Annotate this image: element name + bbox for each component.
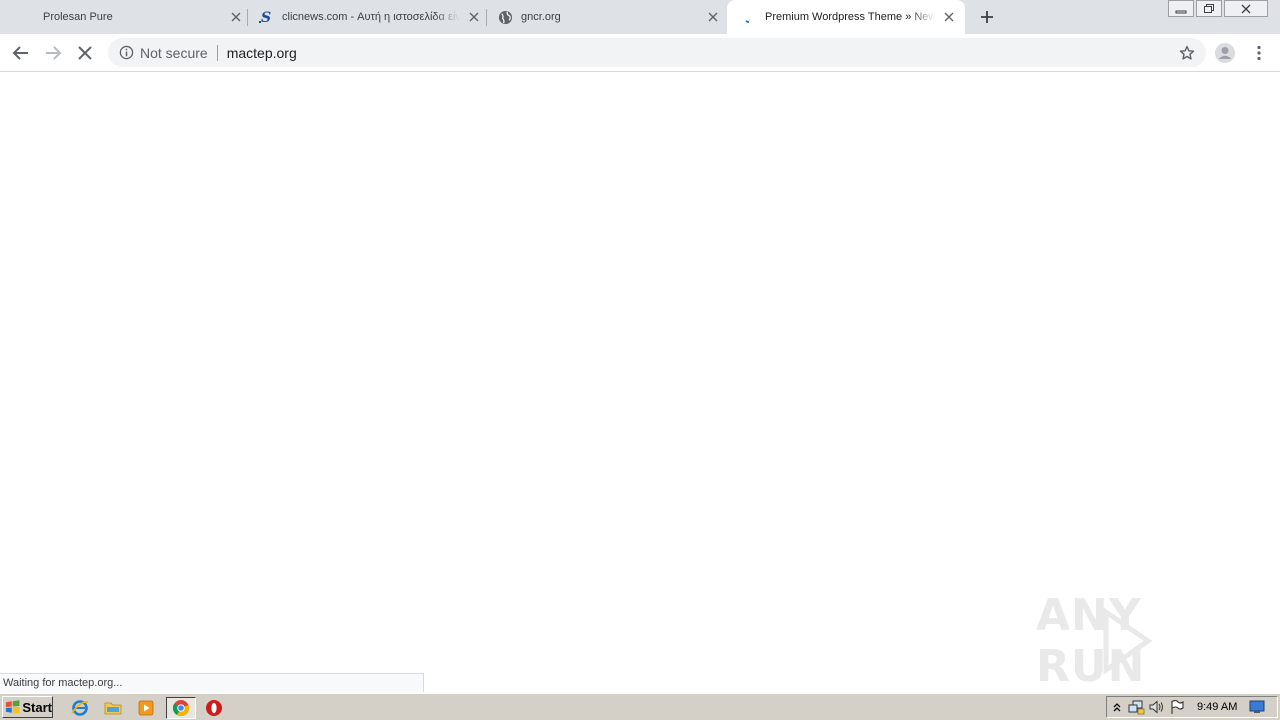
s-logo-icon: S: [258, 9, 274, 25]
menu-button[interactable]: [1247, 41, 1271, 65]
clock[interactable]: 9:49 AM: [1197, 701, 1237, 713]
media-player-icon: [138, 700, 154, 716]
volume-icon[interactable]: [1147, 698, 1167, 716]
url-text[interactable]: mactep.org: [227, 45, 297, 61]
network-icon[interactable]: [1127, 698, 1147, 716]
browser-toolbar: Not secure mactep.org: [0, 34, 1280, 72]
tab-gncr[interactable]: gncr.org: [497, 0, 721, 34]
restore-button[interactable]: [1196, 0, 1222, 17]
minimize-button[interactable]: [1168, 0, 1194, 17]
opera-icon: [206, 700, 222, 716]
close-icon[interactable]: [466, 9, 482, 25]
stop-icon: [78, 46, 92, 60]
loading-icon: [741, 9, 757, 25]
close-icon: [1241, 4, 1251, 13]
avatar-icon: [1215, 43, 1235, 63]
window-controls: [1168, 0, 1268, 17]
show-desktop-icon[interactable]: [1247, 698, 1267, 716]
minimize-icon: [1175, 10, 1187, 13]
tab-title: Premium Wordpress Theme » News2: [765, 11, 935, 23]
chrome-taskbar[interactable]: [166, 697, 196, 719]
back-button[interactable]: [9, 41, 33, 65]
start-button[interactable]: Start: [2, 696, 53, 718]
tab-title: Prolesan Pure: [43, 11, 113, 23]
stop-button[interactable]: [73, 41, 97, 65]
close-icon[interactable]: [228, 9, 244, 25]
tab-title: gncr.org: [521, 11, 561, 23]
tab-separator: [486, 9, 487, 26]
anyrun-watermark: ANY RUN: [1036, 590, 1236, 692]
media-player-taskbar[interactable]: [133, 697, 159, 719]
plus-icon: [981, 11, 993, 23]
status-bubble: Waiting for mactep.org...: [0, 673, 424, 692]
arrow-left-icon: [12, 46, 28, 60]
star-icon[interactable]: [1178, 44, 1196, 62]
folder-icon: [104, 702, 122, 715]
svg-text:S: S: [261, 10, 271, 25]
globe-icon: [497, 9, 513, 25]
new-tab-button[interactable]: [976, 6, 998, 28]
tab-prolesan[interactable]: Prolesan Pure: [36, 0, 244, 34]
arrow-right-icon: [46, 46, 62, 60]
close-icon[interactable]: [705, 9, 721, 25]
info-icon[interactable]: [118, 45, 134, 61]
play-logo-icon: [1103, 607, 1153, 675]
close-window-button[interactable]: [1224, 0, 1268, 17]
action-center-flag-icon[interactable]: [1167, 698, 1187, 716]
start-label: Start: [22, 699, 52, 715]
chrome-icon: [172, 700, 190, 717]
tab-strip: Prolesan Pure S clicnews.com - Αυτή η ισ…: [0, 0, 1280, 34]
internet-explorer-icon: [71, 700, 89, 716]
tab-premium-wordpress[interactable]: Premium Wordpress Theme » News2: [727, 0, 965, 34]
forward-button[interactable]: [41, 41, 65, 65]
tab-clicnews[interactable]: S clicnews.com - Αυτή η ιστοσελίδα είναι: [258, 0, 482, 34]
system-tray: 9:49 AM: [1106, 696, 1278, 718]
taskbar: Start 9:49 AM: [0, 693, 1280, 720]
security-label[interactable]: Not secure: [140, 45, 208, 61]
opera-taskbar[interactable]: [201, 697, 227, 719]
windows-flag-icon: [5, 700, 20, 714]
more-vertical-icon: [1257, 45, 1261, 61]
omnibox-divider: [216, 44, 218, 61]
chevron-up-icon[interactable]: [1107, 698, 1127, 716]
restore-icon: [1204, 4, 1214, 13]
close-icon[interactable]: [941, 9, 957, 25]
profile-button[interactable]: [1213, 41, 1237, 65]
internet-explorer-taskbar[interactable]: [67, 697, 93, 719]
file-explorer-taskbar[interactable]: [100, 697, 126, 719]
address-bar[interactable]: Not secure mactep.org: [108, 38, 1206, 67]
tab-separator: [247, 9, 248, 26]
tab-title: clicnews.com - Αυτή η ιστοσελίδα είναι: [282, 11, 460, 23]
